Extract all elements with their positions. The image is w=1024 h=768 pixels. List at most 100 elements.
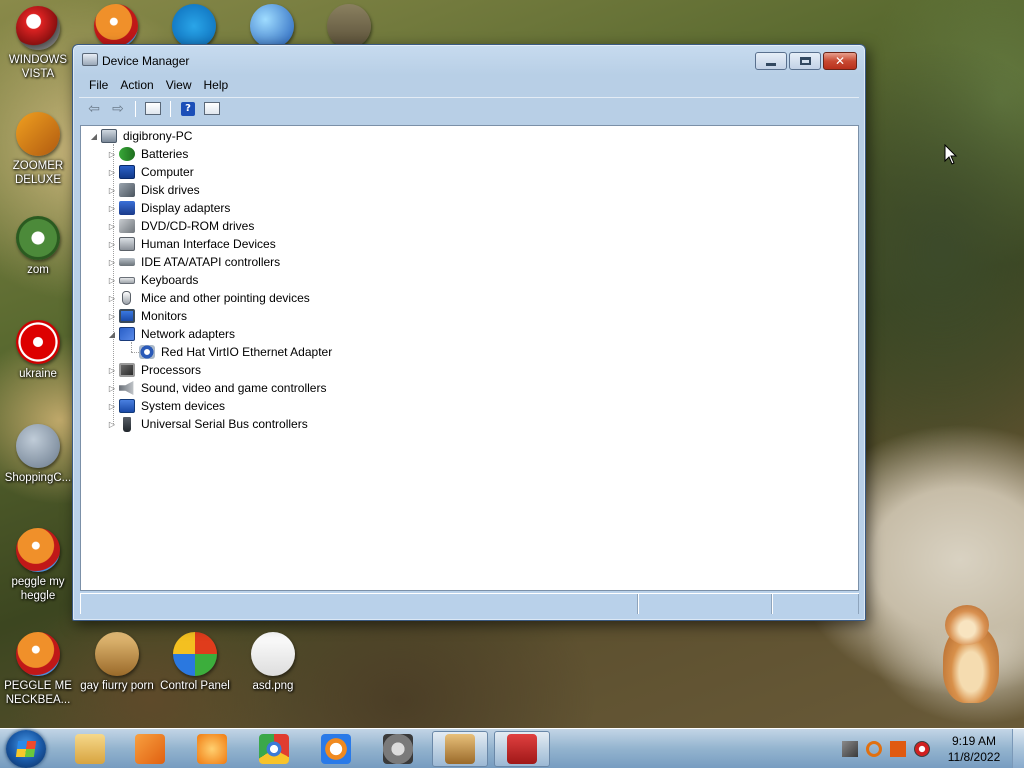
expand-triangle-icon[interactable]: ▷	[107, 383, 117, 393]
expand-triangle-icon[interactable]: ▷	[107, 311, 117, 321]
forward-button[interactable]: ⇨	[108, 100, 128, 118]
tree-item-label: IDE ATA/ATAPI controllers	[141, 255, 281, 269]
tree-item-usb-controllers[interactable]: ▷ Universal Serial Bus controllers	[107, 415, 308, 433]
expand-triangle-icon[interactable]: ▷	[107, 419, 117, 429]
tree-item-sound-video-game-controllers[interactable]: ▷ Sound, video and game controllers	[107, 379, 326, 397]
maximize-button[interactable]	[789, 52, 821, 70]
globe-icon	[250, 4, 294, 48]
device-manager-window[interactable]: Device Manager ✕ File Action View Help ⇦…	[72, 44, 866, 621]
expand-triangle-icon[interactable]: ▷	[107, 275, 117, 285]
desktop-icon-peggle-my-heggle[interactable]: peggle my heggle	[0, 528, 76, 603]
tree-item-system-devices[interactable]: ▷ System devices	[107, 397, 225, 415]
hamster-gadget[interactable]	[935, 605, 1005, 705]
taskbar-device-manager[interactable]	[494, 731, 550, 767]
clock-date: 11/8/2022	[947, 750, 1001, 764]
expand-triangle-icon[interactable]: ▷	[107, 293, 117, 303]
desktop-icon-zom[interactable]: zom	[0, 216, 76, 277]
title-bar[interactable]: Device Manager ✕	[73, 45, 865, 73]
tray-app-icon[interactable]	[842, 741, 858, 757]
desktop-icon-label: peggle my heggle	[11, 576, 65, 602]
tree-item-red-hat-virtio-ethernet-adapter[interactable]: Red Hat VirtIO Ethernet Adapter	[139, 343, 332, 361]
tree-item-processors[interactable]: ▷ Processors	[107, 361, 201, 379]
minimize-button[interactable]	[755, 52, 787, 70]
zoomer-deluxe-icon	[16, 112, 60, 156]
tree-item-batteries[interactable]: ▷ Batteries	[107, 145, 188, 163]
tree-item-label: Human Interface Devices	[141, 237, 276, 251]
taskbar-clock[interactable]: 9:19 AM 11/8/2022	[936, 733, 1012, 765]
start-button[interactable]	[6, 730, 46, 768]
desktop-icon-label: WINDOWS VISTA	[8, 54, 68, 80]
media-player-icon	[135, 734, 165, 764]
control-panel-icon	[173, 632, 217, 676]
toolbar: ⇦ ⇨ ?	[79, 97, 859, 119]
menu-file[interactable]: File	[83, 76, 114, 94]
tree-item-mice[interactable]: ▷ Mice and other pointing devices	[107, 289, 310, 307]
window-title: Device Manager	[102, 54, 190, 68]
tree-root[interactable]: ◢ digibrony-PC	[89, 127, 192, 145]
help-button[interactable]: ?	[178, 100, 198, 118]
show-hide-console-tree-button[interactable]	[143, 100, 163, 118]
tree-item-dvd-cd-rom-drives[interactable]: ▷ DVD/CD-ROM drives	[107, 217, 254, 235]
taskbar-coc-coc[interactable]	[308, 731, 364, 767]
console-tree-icon	[145, 102, 161, 115]
close-icon: ✕	[834, 54, 846, 68]
desktop-icon-shoppingc[interactable]: ShoppingC...	[0, 424, 76, 485]
device-tree[interactable]: ◢ digibrony-PC ▷ Batteries ▷ Computer ▷ …	[80, 125, 859, 591]
close-button[interactable]: ✕	[823, 52, 857, 70]
back-button[interactable]: ⇦	[84, 100, 104, 118]
collapse-triangle-icon[interactable]: ◢	[107, 329, 117, 339]
desktop-icon-label: ZOOMER DELUXE	[12, 160, 64, 186]
tree-root-label: digibrony-PC	[123, 129, 193, 143]
desktop-icon-asd-png[interactable]: asd.png	[235, 632, 311, 693]
tree-item-label: Sound, video and game controllers	[141, 381, 327, 395]
properties-button[interactable]	[202, 100, 222, 118]
flash-icon	[16, 424, 60, 468]
expand-triangle-icon[interactable]: ▷	[107, 221, 117, 231]
menu-help[interactable]: Help	[198, 76, 235, 94]
hamster-head	[945, 605, 989, 645]
menu-bar: File Action View Help	[79, 74, 859, 96]
taskbar-chrome[interactable]	[246, 731, 302, 767]
tree-item-monitors[interactable]: ▷ Monitors	[107, 307, 187, 325]
expand-triangle-icon[interactable]: ▷	[107, 401, 117, 411]
expand-triangle-icon[interactable]: ▷	[107, 167, 117, 177]
tree-item-computer[interactable]: ▷ Computer	[107, 163, 194, 181]
desktop-icon-control-panel[interactable]: Control Panel	[157, 632, 233, 693]
expand-triangle-icon[interactable]: ▷	[107, 257, 117, 267]
desktop-icon-label: PEGGLE ME NECKBEA...	[4, 680, 72, 706]
tree-item-keyboards[interactable]: ▷ Keyboards	[107, 271, 198, 289]
desktop-icon-box[interactable]: gay fiurry porn	[79, 632, 155, 693]
expand-triangle-icon[interactable]: ▷	[107, 203, 117, 213]
desktop-icon-peggle-me-neckbea[interactable]: PEGGLE ME NECKBEA...	[0, 632, 76, 707]
computer-icon	[119, 165, 135, 179]
tree-item-display-adapters[interactable]: ▷ Display adapters	[107, 199, 230, 217]
status-cell	[638, 594, 772, 614]
taskbar-explorer[interactable]	[62, 731, 118, 767]
desktop-icon-zoomer-deluxe[interactable]: ZOOMER DELUXE	[0, 112, 76, 187]
desktop-icon-windows-vista[interactable]: WINDOWS VISTA	[0, 6, 76, 81]
tray-flag-icon[interactable]	[890, 741, 906, 757]
tray-volume-icon[interactable]	[914, 741, 930, 757]
tree-item-network-adapters[interactable]: ◢ Network adapters	[107, 325, 235, 343]
expand-triangle-icon[interactable]: ▷	[107, 149, 117, 159]
desktop-icon-ukraine[interactable]: ukraine	[0, 320, 76, 381]
expand-triangle-icon[interactable]: ▷	[107, 239, 117, 249]
expand-triangle-icon[interactable]: ▷	[107, 185, 117, 195]
show-desktop-button[interactable]	[1012, 729, 1024, 768]
tree-item-disk-drives[interactable]: ▷ Disk drives	[107, 181, 200, 199]
taskbar-media-player[interactable]	[122, 731, 178, 767]
tray-search-icon[interactable]	[866, 741, 882, 757]
collapse-triangle-icon[interactable]: ◢	[89, 131, 99, 141]
menu-action[interactable]: Action	[114, 76, 159, 94]
expand-triangle-icon[interactable]: ▷	[107, 365, 117, 375]
zom-icon	[16, 216, 60, 260]
tree-item-label: Monitors	[141, 309, 188, 323]
tree-item-human-interface-devices[interactable]: ▷ Human Interface Devices	[107, 235, 276, 253]
taskbar-uc-browser[interactable]	[184, 731, 240, 767]
tree-item-ide-ata-atapi-controllers[interactable]: ▷ IDE ATA/ATAPI controllers	[107, 253, 280, 271]
monitor-icon	[119, 309, 135, 323]
menu-view[interactable]: View	[160, 76, 198, 94]
ide-controller-icon	[119, 258, 135, 266]
taskbar-box[interactable]	[432, 731, 488, 767]
taskbar-media-center[interactable]	[370, 731, 426, 767]
